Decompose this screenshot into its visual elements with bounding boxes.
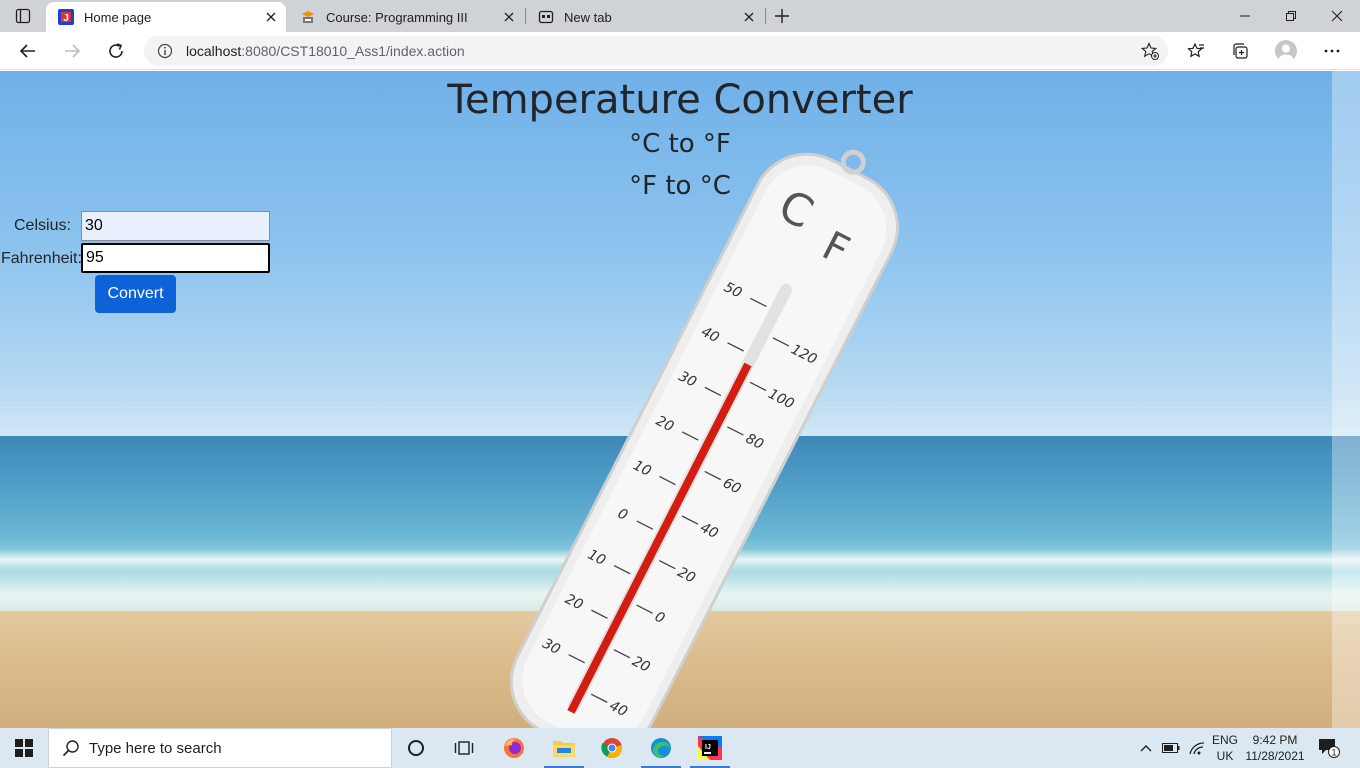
tab-separator bbox=[765, 8, 766, 24]
plus-icon[interactable] bbox=[770, 4, 794, 28]
celsius-label: Celsius: bbox=[14, 217, 71, 234]
firefox-icon[interactable] bbox=[490, 728, 538, 768]
notification-count: 1 bbox=[1331, 748, 1336, 758]
close-icon[interactable] bbox=[260, 6, 282, 28]
file-explorer-icon[interactable] bbox=[540, 728, 588, 768]
search-icon bbox=[61, 738, 81, 758]
restore-icon[interactable] bbox=[1268, 0, 1314, 32]
add-favorite-icon[interactable] bbox=[1140, 41, 1160, 61]
newtab-favicon bbox=[538, 9, 554, 25]
address-bar[interactable]: localhost:8080/CST18010_Ass1/index.actio… bbox=[144, 36, 1168, 66]
browser-toolbar: localhost:8080/CST18010_Ass1/index.actio… bbox=[0, 32, 1360, 70]
info-icon[interactable] bbox=[156, 42, 174, 60]
wifi-icon[interactable] bbox=[1186, 728, 1208, 768]
cortana-icon[interactable] bbox=[392, 728, 440, 768]
page-title: Temperature Converter bbox=[447, 77, 913, 123]
favorites-icon[interactable] bbox=[1182, 37, 1210, 65]
fahrenheit-input[interactable] bbox=[81, 243, 270, 273]
notification-icon[interactable]: 1 bbox=[1314, 728, 1344, 768]
refresh-icon[interactable] bbox=[100, 35, 132, 67]
clock[interactable]: 9:42 PM 11/28/2021 bbox=[1242, 728, 1308, 768]
task-view-icon[interactable] bbox=[440, 728, 488, 768]
clock-time: 9:42 PM bbox=[1252, 733, 1298, 747]
svg-text:J: J bbox=[63, 13, 69, 24]
intellij-icon[interactable]: IJ bbox=[686, 728, 734, 768]
close-icon[interactable] bbox=[738, 6, 760, 28]
url-text: localhost:8080/CST18010_Ass1/index.actio… bbox=[186, 43, 465, 59]
jsp-favicon: J bbox=[58, 9, 74, 25]
thermometer-image: C F 504030 20100 102030 12010080 604020 … bbox=[509, 149, 899, 728]
clock-date: 11/28/2021 bbox=[1245, 749, 1305, 763]
forward-icon bbox=[56, 35, 88, 67]
tab-home-page[interactable]: J Home page bbox=[46, 2, 286, 32]
edge-icon[interactable] bbox=[637, 728, 685, 768]
celsius-input[interactable] bbox=[81, 211, 270, 241]
collections-icon[interactable] bbox=[1226, 37, 1254, 65]
language-line1: ENG bbox=[1211, 733, 1238, 747]
tab-title: Course: Programming III bbox=[326, 9, 468, 25]
language-line2: UK bbox=[1216, 749, 1234, 763]
subtitle-c-to-f: °C to °F bbox=[629, 129, 731, 159]
chevron-up-icon[interactable] bbox=[1136, 728, 1156, 768]
tab-actions-icon[interactable] bbox=[8, 6, 38, 26]
page-viewport: C F 504030 20100 102030 12010080 bbox=[0, 71, 1360, 728]
taskbar-search[interactable]: Type here to search bbox=[48, 728, 392, 768]
close-icon[interactable] bbox=[498, 6, 520, 28]
url-host: localhost bbox=[186, 43, 242, 59]
language-indicator[interactable]: ENG UK bbox=[1210, 728, 1240, 768]
url-path: :8080/CST18010_Ass1/index.action bbox=[241, 43, 465, 59]
fahrenheit-label: Fahrenheit: bbox=[1, 250, 82, 267]
convert-button[interactable]: Convert bbox=[95, 275, 176, 313]
svg-text:IJ: IJ bbox=[705, 744, 711, 751]
close-window-icon[interactable] bbox=[1314, 0, 1360, 32]
tab-strip: J Home page Course: Programming III New … bbox=[0, 0, 1360, 32]
back-icon[interactable] bbox=[12, 35, 44, 67]
windows-start-icon[interactable] bbox=[0, 728, 48, 768]
scrollbar[interactable] bbox=[1332, 71, 1360, 728]
battery-icon[interactable] bbox=[1160, 728, 1182, 768]
tab-title: New tab bbox=[564, 9, 612, 25]
windows-taskbar: Type here to search IJ ENG UK 9:42 PM 11/2… bbox=[0, 728, 1360, 768]
more-icon[interactable] bbox=[1318, 37, 1346, 65]
moodle-favicon bbox=[300, 9, 316, 25]
tab-course-programming[interactable]: Course: Programming III bbox=[288, 2, 524, 32]
search-placeholder: Type here to search bbox=[89, 739, 222, 757]
subtitle-f-to-c: °F to °C bbox=[629, 171, 731, 201]
tab-title: Home page bbox=[84, 9, 152, 25]
minimize-icon[interactable] bbox=[1222, 0, 1268, 32]
tab-new-tab[interactable]: New tab bbox=[526, 2, 764, 32]
chrome-icon[interactable] bbox=[588, 728, 636, 768]
profile-avatar[interactable] bbox=[1272, 37, 1300, 65]
